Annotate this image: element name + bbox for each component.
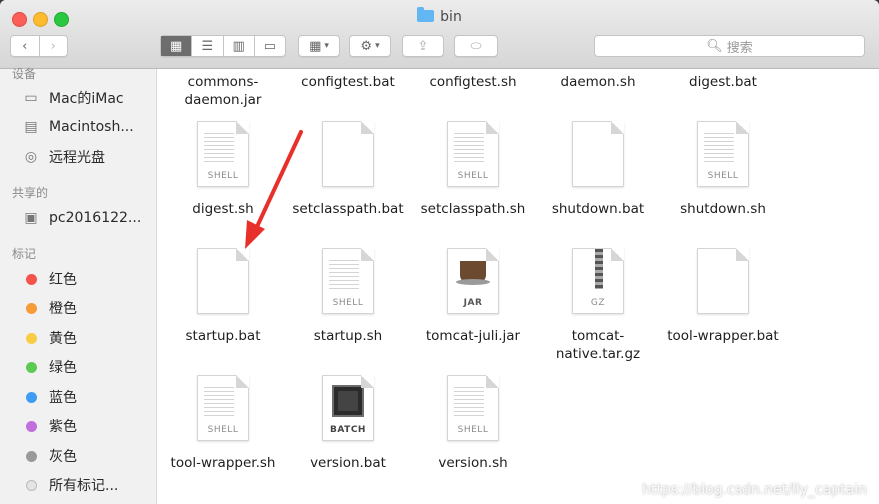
sidebar-item-label: Macintosh... <box>49 119 134 135</box>
sidebar-tag-red[interactable]: 红色 <box>22 268 77 290</box>
sidebar-item-pc[interactable]: ▣ pc2016122... <box>22 207 141 229</box>
gear-icon: ⚙ <box>360 38 373 54</box>
tag-dot-icon <box>26 273 37 285</box>
sidebar-item-label: 所有标记... <box>49 478 119 494</box>
list-view-button[interactable]: ☰ <box>192 36 224 56</box>
sidebar: 设备 ▭ Mac的iMac ▤ Macintosh... ◎ 远程光盘 共享的 … <box>0 67 157 504</box>
tag-dot-icon <box>26 479 37 491</box>
sidebar-tag-gray[interactable]: 灰色 <box>22 445 77 467</box>
red-annotation-arrow <box>245 130 303 249</box>
gallery-icon: ▭ <box>263 38 277 54</box>
sidebar-item-label: 黄色 <box>49 331 77 347</box>
search-placeholder: 搜索 <box>726 40 753 56</box>
sidebar-item-macintosh-hd[interactable]: ▤ Macintosh... <box>22 116 134 138</box>
sidebar-item-label: 灰色 <box>49 449 77 465</box>
share-icon: ⇪ <box>417 38 429 54</box>
tag-dot-icon <box>26 391 37 403</box>
search-icon: 🔍︎ <box>706 38 723 54</box>
tag-dot-icon <box>26 361 37 373</box>
list-icon: ☰ <box>201 38 214 54</box>
gallery-view-button[interactable]: ▭ <box>255 36 285 56</box>
window-title: bin <box>0 7 879 25</box>
sidebar-item-label: 红色 <box>49 272 77 288</box>
view-mode-switcher: ▦ ☰ ▥ ▭ <box>160 35 286 57</box>
group-by-button[interactable]: ▦ ▾ <box>298 35 340 57</box>
disc-icon: ◎ <box>24 149 38 165</box>
action-menu-button[interactable]: ⚙ ▾ <box>349 35 391 57</box>
sidebar-tag-green[interactable]: 绿色 <box>22 356 77 378</box>
sidebar-item-label: Mac的iMac <box>49 91 124 107</box>
sidebar-tag-purple[interactable]: 紫色 <box>22 415 77 437</box>
tag-dot-icon <box>26 332 37 344</box>
search-field[interactable]: 🔍︎ 搜索 <box>594 35 865 57</box>
chevron-right-icon: › <box>50 38 56 54</box>
tag-dot-icon <box>26 450 37 462</box>
sidebar-tag-orange[interactable]: 橙色 <box>22 297 77 319</box>
chevron-down-icon: ▾ <box>324 41 329 51</box>
tag-dot-icon <box>26 302 37 314</box>
chevron-left-icon: ‹ <box>22 38 28 54</box>
sidebar-tag-yellow[interactable]: 黄色 <box>22 327 77 349</box>
file-grid: commons-daemon.jar configtest.bat config… <box>157 69 879 504</box>
sidebar-item-label: 蓝色 <box>49 390 77 406</box>
sidebar-item-label: 远程光盘 <box>49 150 105 166</box>
folder-icon <box>417 7 435 22</box>
sidebar-tag-blue[interactable]: 蓝色 <box>22 386 77 408</box>
watermark-text: https://blog.csdn.net/lly_captain <box>642 482 867 498</box>
tag-icon: ⬭ <box>470 38 482 54</box>
sidebar-item-label: pc2016122... <box>49 210 142 226</box>
computer-icon: ▣ <box>24 210 38 226</box>
history-nav: ‹ › <box>10 35 68 57</box>
sidebar-item-label: 橙色 <box>49 301 77 317</box>
imac-icon: ▭ <box>24 90 38 106</box>
devices-section-header: 设备 <box>12 67 37 81</box>
group-grid-icon: ▦ <box>309 38 322 54</box>
sidebar-item-imac[interactable]: ▭ Mac的iMac <box>22 87 124 109</box>
grid-icon: ▦ <box>169 38 183 54</box>
window-title-text: bin <box>440 9 462 25</box>
back-button[interactable]: ‹ <box>11 36 40 56</box>
column-view-button[interactable]: ▥ <box>224 36 255 56</box>
share-button[interactable]: ⇪ <box>402 35 444 57</box>
sidebar-item-label: 紫色 <box>49 419 77 435</box>
sidebar-tag-all-tags[interactable]: 所有标记... <box>22 474 118 496</box>
hard-drive-icon: ▤ <box>24 119 38 135</box>
forward-button[interactable]: › <box>40 36 68 56</box>
sidebar-item-label: 绿色 <box>49 360 77 376</box>
chevron-down-icon: ▾ <box>375 41 380 51</box>
tag-dot-icon <box>26 420 37 432</box>
icon-view-button[interactable]: ▦ <box>161 36 193 56</box>
shared-section-header: 共享的 <box>12 186 49 200</box>
edit-tags-button[interactable]: ⬭ <box>454 35 498 57</box>
finder-window: bin ‹ › ▦ ☰ ▥ ▭ ▦ ▾ ⚙ ▾ ⇪ ⬭ 🔍︎ 搜索 设备 ▭ M… <box>0 0 879 504</box>
sidebar-item-remote-disc[interactable]: ◎ 远程光盘 <box>22 146 105 168</box>
title-bar: bin ‹ › ▦ ☰ ▥ ▭ ▦ ▾ ⚙ ▾ ⇪ ⬭ 🔍︎ 搜索 <box>0 0 879 69</box>
columns-icon: ▥ <box>232 38 245 54</box>
tags-section-header: 标记 <box>12 247 37 261</box>
